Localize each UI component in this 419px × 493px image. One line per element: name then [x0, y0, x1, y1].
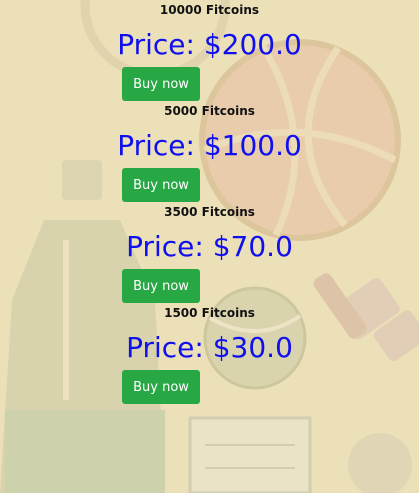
notebook-icon — [188, 416, 312, 493]
price-label: Price: $30.0 — [126, 331, 293, 364]
offer-item: 1500 Fitcoins Price: $30.0 Buy now — [0, 303, 419, 404]
buy-now-button[interactable]: Buy now — [122, 269, 200, 303]
buy-now-button[interactable]: Buy now — [122, 370, 200, 404]
offer-item: 10000 Fitcoins Price: $200.0 Buy now — [0, 0, 419, 101]
offer-item: 3500 Fitcoins Price: $70.0 Buy now — [0, 202, 419, 303]
coins-label: 1500 Fitcoins — [164, 306, 255, 320]
offer-item: 5000 Fitcoins Price: $100.0 Buy now — [0, 101, 419, 202]
price-label: Price: $200.0 — [117, 28, 302, 61]
coins-label: 10000 Fitcoins — [159, 3, 260, 17]
coins-label: 3500 Fitcoins — [164, 205, 255, 219]
price-label: Price: $100.0 — [117, 129, 302, 162]
buy-now-button[interactable]: Buy now — [122, 67, 200, 101]
coins-label: 5000 Fitcoins — [164, 104, 255, 118]
price-label: Price: $70.0 — [126, 230, 293, 263]
buy-now-button[interactable]: Buy now — [122, 168, 200, 202]
offers-list: 10000 Fitcoins Price: $200.0 Buy now 500… — [0, 0, 419, 404]
apple-icon — [348, 433, 412, 493]
